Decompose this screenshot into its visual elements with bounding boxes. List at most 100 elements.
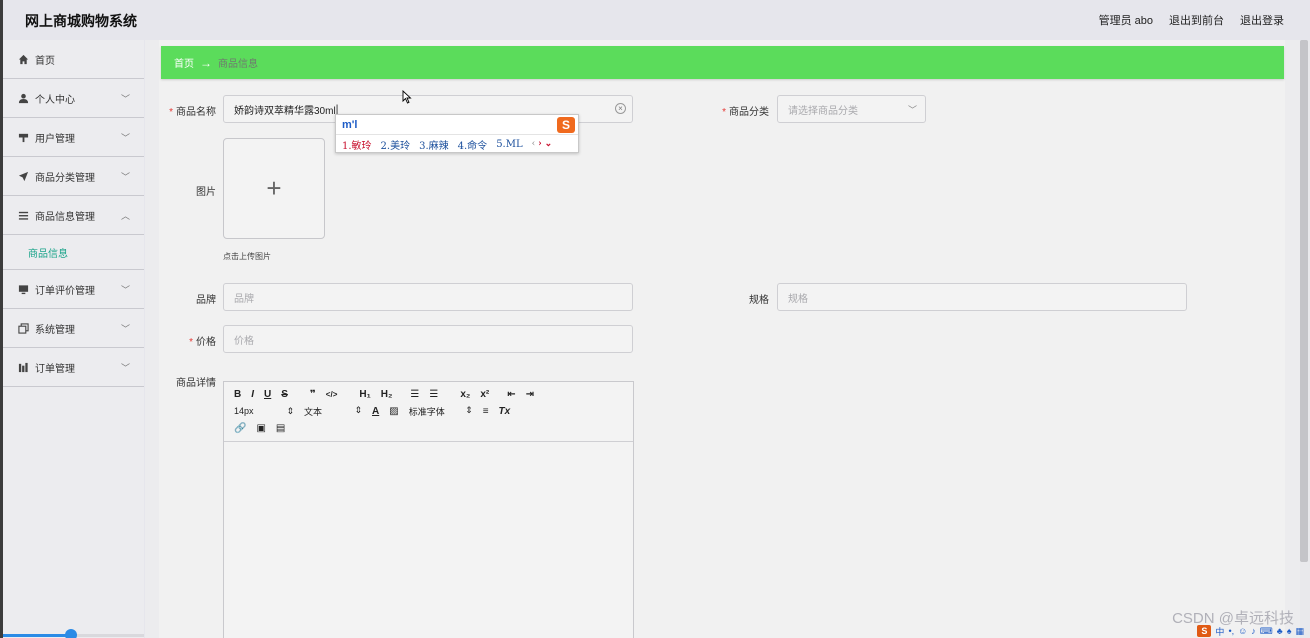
chevron-down-icon: ﹀ — [120, 94, 130, 104]
rich-text-editor[interactable]: B I U S ❞ </> H₁ H₂ ☰ ☰ x₂ x² ⇤ ⇥ 14px⇕ — [223, 381, 634, 638]
heading2-icon[interactable]: H₂ — [381, 389, 393, 400]
product-name-label: * 商品名称 — [169, 107, 216, 118]
clear-format-icon[interactable]: Tx — [499, 406, 511, 417]
editor-content-area[interactable] — [224, 442, 633, 638]
image-label: 图片 — [196, 187, 216, 198]
logout-link[interactable]: 退出登录 — [1240, 12, 1284, 28]
video-icon[interactable]: ▤ — [276, 423, 285, 434]
editor-toolbar: B I U S ❞ </> H₁ H₂ ☰ ☰ x₂ x² ⇤ ⇥ 14px⇕ — [224, 382, 633, 442]
italic-icon[interactable]: I — [251, 389, 254, 400]
price-label: * 价格 — [189, 337, 216, 348]
ime-page-nav[interactable]: ‹ › ⌄ — [532, 139, 553, 149]
sidebar-item-category-management[interactable]: 商品分类管理 ﹀ — [3, 157, 144, 196]
list-icon — [17, 209, 29, 221]
price-input[interactable]: 价格 — [223, 325, 633, 353]
progress-knob[interactable] — [64, 629, 77, 638]
breadcrumb-home[interactable]: 首页 — [174, 55, 194, 70]
admin-user-label: 管理员 abo — [1098, 15, 1153, 27]
home-icon — [17, 53, 29, 65]
plus-icon: + — [266, 173, 282, 203]
code-block-icon[interactable]: </> — [326, 390, 338, 399]
spec-input[interactable]: 规格 — [777, 283, 1187, 311]
sidebar-subitem-product-info[interactable]: 商品信息 — [3, 235, 144, 270]
top-header: 网上商城购物系统 管理员 abo 退出到前台 退出登录 — [3, 0, 1300, 40]
upload-tip: 点击上传图片 — [223, 252, 271, 261]
updown-icon: ⇕ — [465, 405, 473, 415]
outdent-icon[interactable]: ⇤ — [507, 389, 515, 400]
font-color-icon[interactable]: A — [372, 406, 379, 417]
ime-candidate[interactable]: 3.麻辣 — [419, 137, 449, 152]
ime-candidate[interactable]: 1.敏玲 — [342, 137, 372, 152]
keyboard-icon[interactable]: ⌨ — [1260, 626, 1273, 637]
updown-icon: ⇕ — [354, 405, 362, 415]
ime-tray: S 中 •, ☺ ♪ ⌨ ♣ ♠ ▦ — [1197, 624, 1310, 638]
sidebar-item-system-management[interactable]: 系统管理 ﹀ — [3, 309, 144, 348]
exit-to-front-link[interactable]: 退出到前台 — [1169, 12, 1224, 28]
product-category-select[interactable]: 请选择商品分类 ﹀ — [777, 95, 926, 123]
user-icon — [17, 92, 29, 104]
sidebar-item-order-review-management[interactable]: 订单评价管理 ﹀ — [3, 270, 144, 309]
sidebar-item-label: 个人中心 — [35, 94, 75, 106]
chart-icon — [17, 361, 29, 373]
sidebar-item-user-management[interactable]: 用户管理 ﹀ — [3, 118, 144, 157]
clear-icon[interactable]: × — [615, 103, 626, 114]
sidebar-item-label: 订单管理 — [35, 363, 75, 375]
main-area: 首页 → 商品信息 * 商品名称 娇韵诗双萃精华露30ml | × * 商品分类 请选… — [145, 40, 1300, 638]
strikethrough-icon[interactable]: S — [281, 389, 288, 400]
superscript-icon[interactable]: x² — [480, 389, 489, 400]
chevron-down-icon: ﹀ — [120, 363, 130, 373]
product-category-label: * 商品分类 — [722, 107, 769, 118]
shirt-icon[interactable]: ♠ — [1287, 626, 1292, 636]
sidebar-item-product-info-management[interactable]: 商品信息管理 ︿ — [3, 196, 144, 235]
mic-icon[interactable]: ♪ — [1251, 626, 1256, 636]
scrollbar-thumb[interactable] — [1300, 40, 1308, 562]
sidebar-item-label: 系统管理 — [35, 324, 75, 336]
header-actions: 管理员 abo 退出到前台 退出登录 — [1099, 12, 1284, 28]
app-title: 网上商城购物系统 — [25, 13, 137, 29]
background-color-icon[interactable]: ▨ — [389, 406, 398, 417]
subscript-icon[interactable]: x₂ — [460, 389, 470, 400]
spec-label: 规格 — [749, 295, 769, 306]
bullet-list-icon[interactable]: ☰ — [429, 389, 438, 400]
heading1-icon[interactable]: H₁ — [359, 389, 370, 400]
breadcrumb: 首页 → 商品信息 — [161, 46, 1284, 79]
product-name-value: 娇韵诗双萃精华露30ml — [234, 105, 336, 117]
chevron-down-icon: ﹀ — [907, 105, 917, 115]
link-icon[interactable]: 🔗 — [234, 423, 246, 434]
chevron-down-icon: ﹀ — [120, 133, 130, 143]
indent-icon[interactable]: ⇥ — [526, 389, 534, 400]
sogou-logo-icon: S — [557, 117, 575, 133]
brand-input[interactable]: 品牌 — [223, 283, 633, 311]
punctuation-icon[interactable]: •, — [1228, 626, 1234, 636]
sidebar-item-home[interactable]: 首页 — [3, 40, 144, 79]
ordered-list-icon[interactable]: ☰ — [410, 389, 419, 400]
align-icon[interactable]: ≡ — [483, 406, 489, 417]
font-family-select[interactable]: 标准字体 ⇕ — [409, 405, 473, 418]
ime-candidate[interactable]: 5.ML — [496, 139, 522, 150]
pin-icon — [17, 131, 29, 143]
breadcrumb-arrow-icon: → — [200, 55, 212, 70]
ime-input-text: m'l — [342, 119, 358, 131]
emoji-icon[interactable]: ☺ — [1238, 626, 1247, 636]
sidebar-progress-bar[interactable] — [3, 629, 144, 638]
ime-candidate[interactable]: 4.命令 — [458, 137, 488, 152]
sidebar-item-label: 首页 — [35, 55, 55, 67]
image-upload-box[interactable]: + — [223, 138, 325, 239]
ime-candidate[interactable]: 2.美玲 — [381, 137, 411, 152]
font-size-select[interactable]: 14px ⇕ — [234, 406, 294, 417]
send-icon — [17, 170, 29, 182]
bold-icon[interactable]: B — [234, 389, 241, 400]
grid-icon[interactable]: ▦ — [1295, 626, 1304, 637]
chevron-up-icon: ︿ — [120, 211, 130, 221]
blockquote-icon[interactable]: ❞ — [310, 389, 316, 400]
sidebar-item-personal-center[interactable]: 个人中心 ﹀ — [3, 79, 144, 118]
text-style-select[interactable]: 文本 ⇕ — [304, 405, 362, 418]
skin-icon[interactable]: ♣ — [1277, 626, 1283, 636]
chinese-mode-indicator[interactable]: 中 — [1215, 625, 1224, 638]
image-icon[interactable]: ▣ — [256, 423, 265, 434]
brand-label: 品牌 — [196, 295, 216, 306]
underline-icon[interactable]: U — [264, 389, 271, 400]
breadcrumb-current: 商品信息 — [218, 59, 258, 70]
ime-candidate-window: m'l S 1.敏玲 2.美玲 3.麻辣 4.命令 5.ML ‹ › ⌄ — [335, 114, 579, 153]
sidebar-item-order-management[interactable]: 订单管理 ﹀ — [3, 348, 144, 387]
